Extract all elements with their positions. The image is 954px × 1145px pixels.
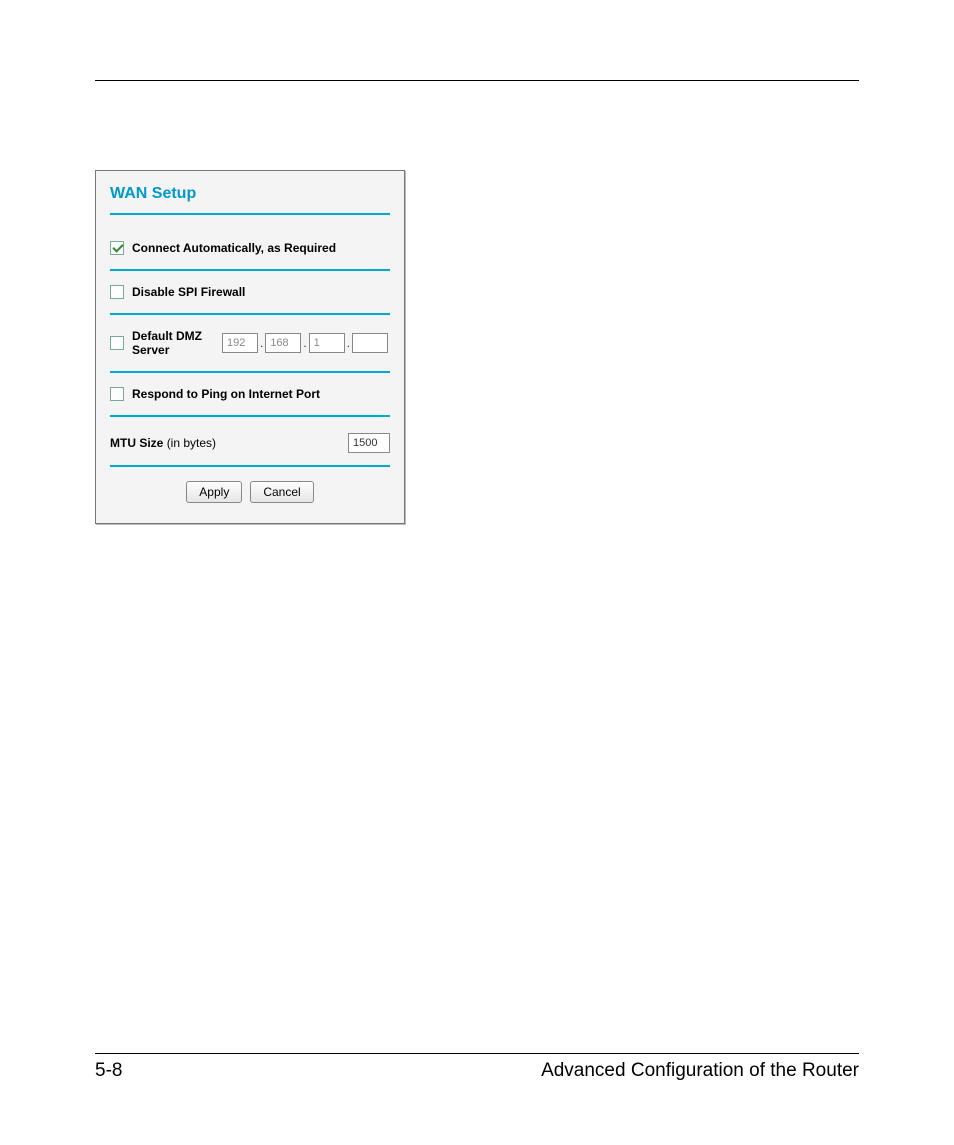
- panel-title: WAN Setup: [110, 181, 390, 209]
- row-mtu-size: MTU Size (in bytes): [110, 425, 390, 457]
- dmz-ip-fields: . . .: [220, 333, 390, 353]
- separator: [110, 213, 390, 215]
- separator: [110, 415, 390, 417]
- dot-icon: .: [260, 336, 263, 350]
- mtu-input[interactable]: [348, 433, 390, 453]
- dot-icon: .: [303, 336, 306, 350]
- separator: [110, 371, 390, 373]
- footer-section-title: Advanced Configuration of the Router: [541, 1060, 859, 1082]
- separator: [110, 465, 390, 467]
- checkbox-respond-ping[interactable]: [110, 387, 124, 401]
- row-connect-automatically: Connect Automatically, as Required: [110, 235, 390, 261]
- dmz-ip-octet-1[interactable]: [222, 333, 258, 353]
- header-rule: [95, 80, 859, 81]
- label-mtu: MTU Size (in bytes): [110, 436, 216, 450]
- footer-rule: [95, 1053, 859, 1054]
- label-mtu-unit: (in bytes): [167, 436, 216, 450]
- cancel-button[interactable]: Cancel: [250, 481, 313, 503]
- wan-setup-panel: WAN Setup Connect Automatically, as Requ…: [95, 170, 405, 524]
- label-mtu-text: MTU Size: [110, 436, 163, 450]
- dmz-ip-octet-3[interactable]: [309, 333, 345, 353]
- row-respond-ping: Respond to Ping on Internet Port: [110, 381, 390, 407]
- dmz-ip-octet-4[interactable]: [352, 333, 388, 353]
- dmz-ip-octet-2[interactable]: [265, 333, 301, 353]
- checkbox-disable-spi[interactable]: [110, 285, 124, 299]
- checkbox-connect-automatically[interactable]: [110, 241, 124, 255]
- dot-icon: .: [347, 336, 350, 350]
- apply-button[interactable]: Apply: [186, 481, 242, 503]
- checkbox-default-dmz[interactable]: [110, 336, 124, 350]
- separator: [110, 313, 390, 315]
- label-connect-automatically: Connect Automatically, as Required: [132, 241, 336, 255]
- separator: [110, 269, 390, 271]
- row-disable-spi: Disable SPI Firewall: [110, 279, 390, 305]
- footer-page-number: 5-8: [95, 1060, 122, 1082]
- label-disable-spi: Disable SPI Firewall: [132, 285, 245, 299]
- label-respond-ping: Respond to Ping on Internet Port: [132, 387, 320, 401]
- label-default-dmz: Default DMZ Server: [132, 329, 216, 357]
- button-row: Apply Cancel: [110, 481, 390, 503]
- document-page: WAN Setup Connect Automatically, as Requ…: [0, 0, 954, 1145]
- row-default-dmz: Default DMZ Server . . .: [110, 323, 390, 363]
